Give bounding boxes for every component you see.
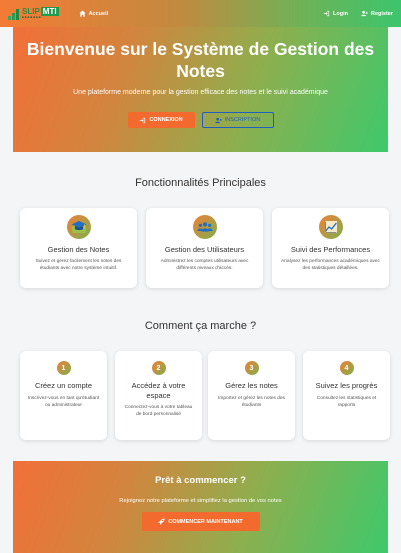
- logo-chart-icon: [8, 8, 20, 20]
- features-title: Fonctionnalités Principales: [135, 177, 266, 189]
- feature-title: Gestion des Utilisateurs: [164, 245, 245, 254]
- step-desc: Consultez les statistiques et rapports: [316, 395, 377, 408]
- feature-card-performance: Suivi des Performances Analysez les perf…: [272, 208, 389, 288]
- step-title: Accédez à votre espace: [131, 381, 186, 400]
- graduation-cap-icon: [71, 221, 86, 233]
- register-button[interactable]: INSCRIPTION: [201, 112, 274, 128]
- step-desc: Inscrivez-vous en tant qu'étudiant ou ad…: [27, 395, 100, 408]
- steps-title: Comment ça marche ?: [144, 320, 257, 332]
- nav-login-link[interactable]: Login: [323, 10, 348, 17]
- user-plus-icon: [214, 117, 222, 123]
- cta-title: Prêt à commencer ?: [155, 475, 246, 486]
- register-button-label: INSCRIPTION: [224, 117, 261, 123]
- step-title: Créez un compte: [34, 381, 93, 390]
- nav-login-label: Login: [333, 10, 348, 17]
- step-card-4: 4 Suivez les progrès Consultez les stati…: [303, 351, 390, 440]
- rocket-icon: [158, 518, 165, 525]
- users-icon: [196, 222, 213, 232]
- sign-in-icon: [323, 10, 330, 17]
- step-card-3: 3 Gérez les notes Importez et gérez les …: [208, 351, 295, 440]
- user-plus-icon: [361, 10, 368, 17]
- step-number: 4: [339, 361, 354, 375]
- logo[interactable]: SLIP MTI ■■■■■■■: [8, 7, 59, 20]
- navbar: SLIP MTI ■■■■■■■ Accueil Login Register: [0, 0, 401, 27]
- step-desc: Importez et gérez les notes des étudiant…: [218, 395, 285, 408]
- step-desc: Connectez-vous à votre tableau de bord p…: [124, 405, 193, 417]
- step-title: Gérez les notes: [225, 381, 278, 390]
- step-title: Suivez les progrès: [315, 381, 378, 390]
- cta-subtitle: Rejoignez notre plateforme et simplifiez…: [119, 498, 282, 504]
- login-button-label: CONNEXION: [149, 117, 183, 123]
- hero-banner: Bienvenue sur le Système de Gestion des …: [13, 27, 388, 152]
- sign-in-icon: [140, 117, 146, 123]
- login-button[interactable]: CONNEXION: [127, 112, 195, 128]
- hero-subtitle: Une plateforme moderne pour la gestion e…: [73, 89, 328, 96]
- feature-title: Gestion des Notes: [47, 245, 110, 254]
- start-now-label: COMMENCER MAINTENANT: [168, 518, 243, 525]
- hero-title: Bienvenue sur le Système de Gestion des …: [26, 39, 375, 81]
- cta-banner: Prêt à commencer ? Rejoignez notre plate…: [13, 461, 388, 553]
- feature-desc: Administrez les comptes utilisateurs ave…: [160, 259, 249, 271]
- nav-register-label: Register: [370, 10, 393, 17]
- step-card-1: 1 Créez un compte Inscrivez-vous en tant…: [20, 351, 107, 440]
- step-number: 3: [244, 361, 259, 375]
- feature-title: Suivi des Performances: [290, 245, 371, 254]
- feature-desc: Suivez et gérez facilement les notes des…: [35, 259, 122, 271]
- step-number: 1: [56, 361, 71, 375]
- nav-home-label: Accueil: [88, 10, 109, 17]
- home-icon: [79, 10, 86, 17]
- chart-line-icon: [324, 221, 337, 233]
- start-now-button[interactable]: COMMENCER MAINTENANT: [141, 512, 260, 531]
- logo-badge: MTI: [40, 7, 59, 16]
- feature-card-notes: Gestion des Notes Suivez et gérez facile…: [20, 208, 137, 288]
- step-number: 2: [151, 361, 166, 375]
- feature-desc: Analysez les performances académiques av…: [281, 259, 380, 271]
- step-card-2: 2 Accédez à votre espace Connectez-vous …: [115, 351, 202, 440]
- nav-home-link[interactable]: Accueil: [79, 10, 109, 17]
- nav-register-link[interactable]: Register: [361, 10, 393, 17]
- feature-card-users: Gestion des Utilisateurs Administrez les…: [146, 208, 263, 288]
- logo-tagline: ■■■■■■■: [22, 15, 42, 19]
